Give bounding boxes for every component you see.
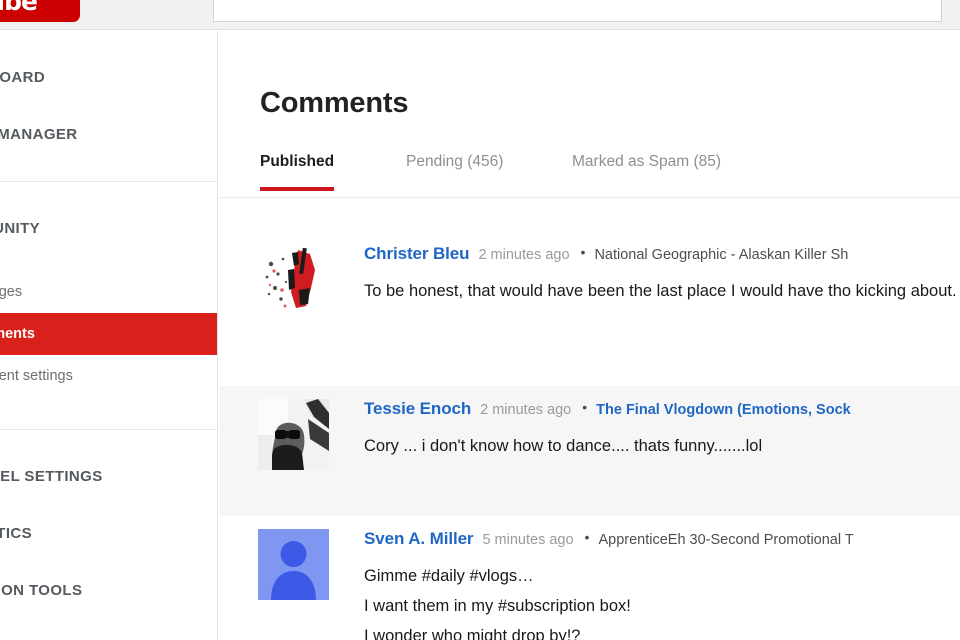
separator-dot: • bbox=[580, 244, 586, 260]
youtube-logo-text: Tube bbox=[0, 0, 38, 16]
comment-timestamp: 2 minutes ago bbox=[478, 247, 570, 263]
separator-dot: • bbox=[582, 399, 588, 415]
comment-text: Gimme #daily #vlogs… I want them in my #… bbox=[364, 567, 631, 640]
tab-pending[interactable]: Pending (456) bbox=[406, 153, 503, 187]
sidebar-group-main-list: DASHBOARD VIDEO MANAGER bbox=[0, 31, 217, 181]
comment-text: Cory ... i don't know how to dance.... t… bbox=[364, 437, 763, 455]
sidebar-item-video-manager-label: VIDEO MANAGER bbox=[0, 126, 78, 143]
comment-row[interactable]: Christer Bleu 2 minutes ago • National Geog… bbox=[219, 231, 960, 386]
sidebar-item-comment-settings-label: Comment settings bbox=[0, 368, 73, 384]
sidebar-group-community-list: COMMUNITY Messages Comments Comment sett… bbox=[0, 182, 217, 429]
sidebar-group-settings-list: CHANNEL SETTINGS ANALYTICS CREATION TOOL… bbox=[0, 430, 217, 637]
search-input[interactable] bbox=[213, 0, 942, 22]
comment-video-title[interactable]: National Geographic - Alaskan Killer Sh bbox=[594, 247, 848, 263]
tab-bar-divider bbox=[219, 197, 960, 198]
comment-video-title[interactable]: ApprenticeEh 30-Second Promotional T bbox=[598, 532, 853, 548]
photo-avatar-icon bbox=[258, 399, 329, 470]
sidebar-item-analytics[interactable]: ANALYTICS bbox=[0, 505, 217, 562]
sidebar-item-community-label: COMMUNITY bbox=[0, 220, 41, 237]
sidebar-item-dashboard-label: DASHBOARD bbox=[0, 69, 46, 86]
sidebar-spacer-bottom bbox=[0, 397, 217, 411]
sidebar-item-community[interactable]: COMMUNITY bbox=[0, 200, 217, 257]
sidebar-item-analytics-label: ANALYTICS bbox=[0, 525, 33, 542]
sidebar-item-dashboard[interactable]: DASHBOARD bbox=[0, 49, 217, 106]
comment-video-title[interactable]: The Final Vlogdown (Emotions, Sock bbox=[596, 402, 851, 418]
comment-row[interactable]: Sven A. Miller 5 minutes ago • ApprenticeEh… bbox=[219, 516, 960, 640]
sidebar: DASHBOARD VIDEO MANAGER COMMUNITY Messag… bbox=[0, 31, 218, 640]
avatar[interactable] bbox=[258, 244, 329, 315]
comment-meta: Christer Bleu 2 minutes ago • National Geog… bbox=[364, 244, 960, 266]
comment-author[interactable]: Christer Bleu bbox=[364, 244, 470, 263]
sidebar-group-community: COMMUNITY Messages Comments Comment sett… bbox=[0, 182, 217, 430]
sidebar-item-comment-settings[interactable]: Comment settings bbox=[0, 355, 217, 397]
deadpool-avatar-icon bbox=[258, 244, 329, 315]
comment-timestamp: 5 minutes ago bbox=[482, 532, 574, 548]
masthead: Tube bbox=[0, 0, 960, 30]
sidebar-item-comments[interactable]: Comments bbox=[0, 313, 217, 355]
youtube-logo[interactable]: Tube bbox=[0, 0, 80, 22]
sidebar-item-comments-label: Comments bbox=[0, 326, 35, 342]
comment-author[interactable]: Sven A. Miller bbox=[364, 529, 474, 548]
sidebar-item-creation-tools-label: CREATION TOOLS bbox=[0, 582, 83, 599]
comment-text: To be honest, that would have been the l… bbox=[364, 282, 957, 300]
sidebar-item-creation-tools[interactable]: CREATION TOOLS bbox=[0, 562, 217, 619]
main-content: Comments Published Pending (456) Marked … bbox=[219, 31, 960, 640]
page-title: Comments bbox=[260, 87, 409, 119]
avatar[interactable] bbox=[258, 399, 329, 470]
avatar[interactable] bbox=[258, 529, 329, 600]
sidebar-group-settings: CHANNEL SETTINGS ANALYTICS CREATION TOOL… bbox=[0, 430, 217, 637]
comment-timestamp: 2 minutes ago bbox=[480, 402, 572, 418]
default-person-avatar-icon bbox=[258, 529, 329, 600]
separator-dot: • bbox=[584, 529, 590, 545]
tab-bar: Published Pending (456) Marked as Spam (… bbox=[260, 153, 960, 193]
sidebar-group-main: DASHBOARD VIDEO MANAGER bbox=[0, 31, 217, 182]
tab-marked-as-spam[interactable]: Marked as Spam (85) bbox=[572, 153, 721, 187]
comment-row[interactable]: Tessie Enoch 2 minutes ago • The Final Vlog… bbox=[219, 386, 960, 516]
comment-author[interactable]: Tessie Enoch bbox=[364, 399, 471, 418]
sidebar-item-messages[interactable]: Messages bbox=[0, 271, 217, 313]
sidebar-item-channel-settings[interactable]: CHANNEL SETTINGS bbox=[0, 448, 217, 505]
sidebar-item-video-manager[interactable]: VIDEO MANAGER bbox=[0, 106, 217, 163]
sidebar-item-channel-settings-label: CHANNEL SETTINGS bbox=[0, 468, 103, 485]
tab-published[interactable]: Published bbox=[260, 153, 335, 191]
comment-meta: Sven A. Miller 5 minutes ago • ApprenticeEh… bbox=[364, 529, 960, 551]
sidebar-item-messages-label: Messages bbox=[0, 284, 23, 300]
comment-meta: Tessie Enoch 2 minutes ago • The Final Vlog… bbox=[364, 399, 960, 421]
creator-studio-comments-page: Tube DASHBOARD VIDEO MANAGER COMMUNITY bbox=[0, 0, 960, 640]
